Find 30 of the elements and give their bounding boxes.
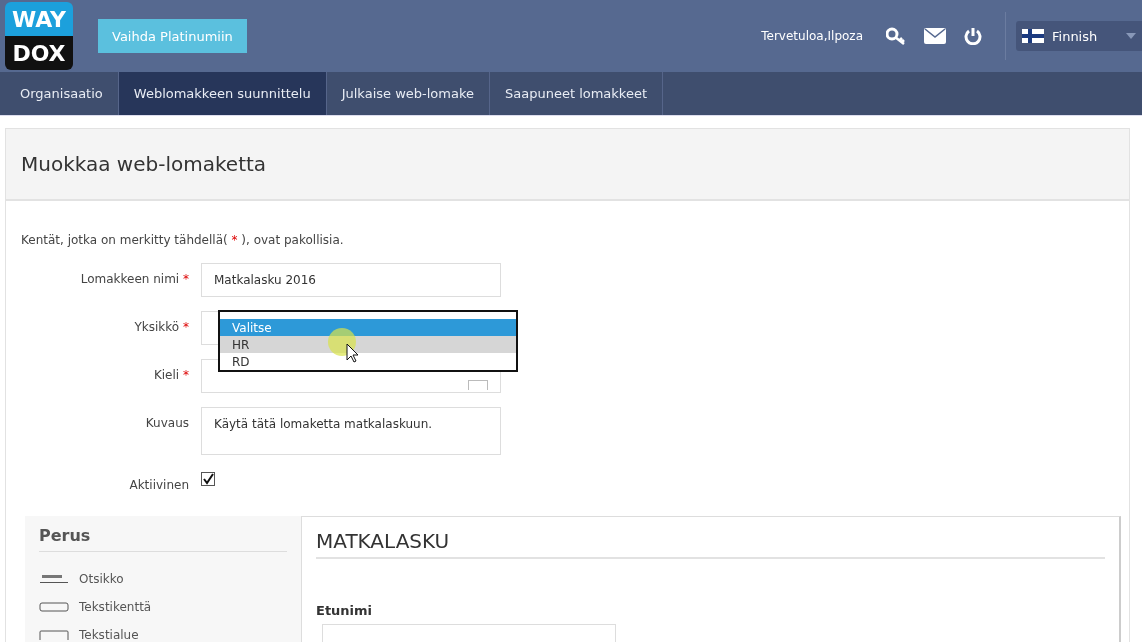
field-label: Lomakkeen nimi *: [79, 271, 190, 286]
palette-item[interactable]: Tekstialue: [39, 628, 287, 642]
page-title: Muokkaa web-lomaketta: [21, 152, 267, 176]
required-note: Kentät, jotka on merkitty tähdellä( * ), ovat pakollisia.: [20, 232, 345, 247]
palette-item[interactable]: Tekstikenttä: [39, 600, 287, 614]
power-icon[interactable]: [964, 27, 982, 45]
dropdown-option[interactable]: HR: [220, 336, 516, 353]
dropdown-list[interactable]: Valitse HR RD: [218, 310, 518, 372]
text-area-icon: [39, 630, 69, 640]
language-select[interactable]: Finnish: [1016, 21, 1142, 51]
logo: WAY DOX: [5, 2, 73, 70]
field-label: Kieli *: [152, 367, 190, 382]
field-label: Etunimi: [316, 603, 374, 618]
caret-icon: [1126, 33, 1136, 39]
text-field[interactable]: Matkalasku 2016: [201, 263, 501, 297]
form-title: MATKALASKU: [316, 529, 1105, 559]
text-field-icon: [39, 602, 69, 612]
text-area[interactable]: Käytä tätä lomaketta matkalaskuun.: [201, 407, 501, 455]
palette-title: Perus: [39, 526, 287, 552]
field-label: Kuvaus: [144, 415, 190, 430]
nav-tab[interactable]: Weblomakkeen suunnittelu: [118, 72, 327, 115]
welcome-text: Tervetuloa,Ilpoza: [761, 29, 863, 43]
palette-item[interactable]: Otsikko: [39, 572, 287, 586]
checkbox[interactable]: [201, 472, 215, 486]
field-label: Aktiivinen: [128, 477, 190, 492]
field-label: Yksikkö *: [133, 319, 190, 334]
key-icon[interactable]: [886, 27, 906, 45]
mail-icon[interactable]: [924, 28, 946, 44]
heading-icon: [39, 574, 69, 584]
flag-icon: [1022, 29, 1044, 43]
